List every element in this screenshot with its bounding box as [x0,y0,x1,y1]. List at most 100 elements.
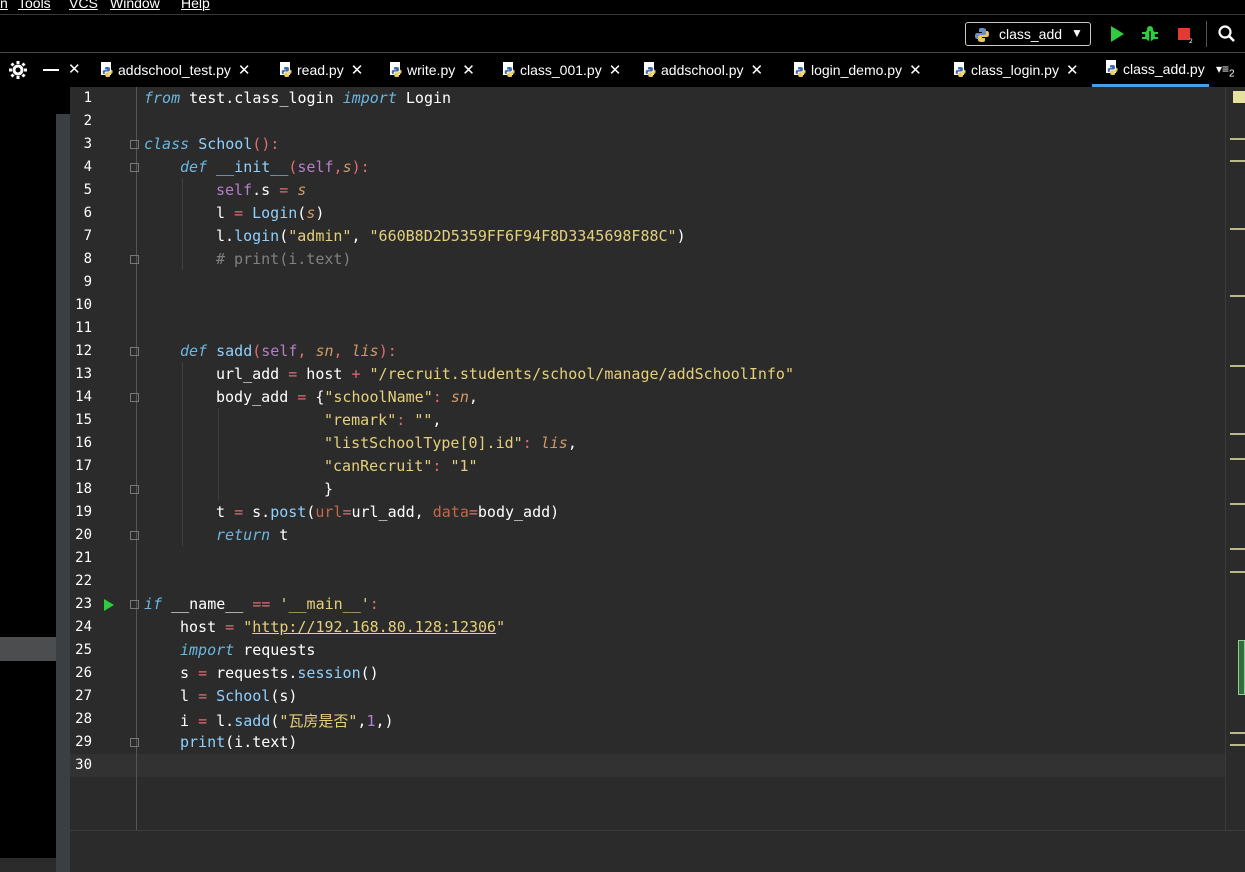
tab-close-icon[interactable]: ✕ [909,61,922,79]
menu-item-help[interactable]: Help [181,0,210,11]
gear-icon[interactable] [9,61,27,84]
project-selected-item[interactable] [0,637,56,661]
line-number: 1 [83,90,92,106]
code-token: url_add, [351,503,433,521]
tab-addschool[interactable]: addschool.py ✕ [642,53,763,87]
code-token: post [270,503,307,521]
code-token: "admin" [288,227,352,245]
line-number: 13 [75,366,92,382]
code-line-6: l = Login(s) [216,204,324,222]
code-token: ) [315,204,325,222]
tab-label: read.py [297,62,344,78]
tab-write[interactable]: write.py ✕ [388,53,475,87]
tab-close-icon[interactable]: ✕ [751,61,764,79]
fold-marker[interactable] [130,163,139,172]
tab-login-demo[interactable]: login_demo.py ✕ [792,53,922,87]
menu-item-run[interactable]: n [0,0,8,11]
code-token: t [270,526,289,544]
stripe-mark[interactable] [1230,433,1245,435]
tab-close-icon[interactable]: ✕ [609,61,622,79]
code-token: ): [351,158,370,176]
stripe-mark[interactable] [1230,160,1245,162]
code-token: data [432,503,469,521]
code-token: (): [252,135,280,153]
stripe-mark[interactable] [1230,458,1245,460]
code-token: __init__ [216,158,289,176]
line-number: 12 [75,343,92,359]
code-line-13: url_add = host + "/recruit.students/scho… [216,365,794,383]
code-token: s. [243,503,271,521]
tab-label: class_001.py [520,62,602,78]
code-token: "" [414,411,433,429]
fold-marker[interactable] [130,738,139,747]
line-number: 16 [75,435,92,451]
search-icon[interactable] [1218,25,1236,48]
tab-overflow-menu-icon[interactable]: ▾≡2 [1216,62,1235,79]
close-icon[interactable]: ✕ [68,60,81,78]
side-panel-tools: ✕ [0,53,90,87]
menu-item-window[interactable]: Window [110,0,160,11]
menu-item-tools[interactable]: Tools [18,0,51,11]
project-panel-scrollbar[interactable] [56,114,70,872]
fold-marker[interactable] [130,347,139,356]
tab-close-icon[interactable]: ✕ [462,61,475,79]
tab-close-icon[interactable]: ✕ [351,61,364,79]
code-token: i [180,712,199,730]
line-number: 10 [75,297,92,313]
fold-marker[interactable] [130,600,139,609]
stripe-mark[interactable] [1230,503,1245,505]
code-line-8: # print(i.text) [216,250,351,268]
stripe-mark[interactable] [1230,138,1245,140]
code-token: = [225,618,235,636]
stripe-mark[interactable] [1230,732,1245,734]
stop-icon[interactable]: 2 [1177,27,1193,48]
code-line-17: "canRecruit": "1" [324,457,478,475]
stripe-mark[interactable] [1230,228,1245,230]
code-token: (i.text) [225,733,298,751]
menu-item-vcs[interactable]: VCS [69,0,98,11]
tab-addschool-test[interactable]: addschool_test.py ✕ [99,53,250,87]
tab-class-add[interactable]: class_add.py [1092,53,1209,87]
stripe-mark[interactable] [1230,548,1245,550]
tab-class-login[interactable]: class_login.py ✕ [952,53,1079,87]
code-token: body_add [216,388,298,406]
code-token: login [234,227,280,245]
tab-class-001[interactable]: class_001.py ✕ [501,53,621,87]
debug-bug-icon[interactable] [1141,25,1159,48]
code-token: Login [252,204,298,222]
svg-text:2: 2 [1189,38,1193,43]
line-number: 11 [75,320,92,336]
line-number: 28 [75,711,92,727]
editor-scroll-thumb[interactable] [1238,640,1245,695]
code-token: body_add) [477,503,560,521]
stripe-mark[interactable] [1230,295,1245,297]
stripe-mark[interactable] [1230,571,1245,573]
run-config-dropdown[interactable]: class_add ▼ [965,22,1091,46]
stripe-mark[interactable] [1230,365,1245,367]
code-line-1: from test.class_login import Login [144,89,451,107]
tab-close-icon[interactable]: ✕ [238,61,251,79]
code-token: ,) [375,712,394,730]
code-token: print [180,733,226,751]
line-number: 14 [75,389,92,405]
url-link[interactable]: http://192.168.80.128:12306 [252,618,496,636]
code-token: class [144,135,190,153]
fold-marker[interactable] [130,393,139,402]
run-gutter-icon[interactable] [104,598,114,616]
fold-marker[interactable] [130,140,139,149]
fold-marker[interactable] [130,531,139,540]
fold-marker[interactable] [130,255,139,264]
fold-marker[interactable] [130,485,139,494]
stripe-mark[interactable] [1230,744,1245,746]
code-token: .s [252,181,280,199]
run-icon[interactable] [1109,25,1125,48]
code-token: "schoolName" [324,388,433,406]
tab-read[interactable]: read.py ✕ [278,53,363,87]
code-token: s [342,158,352,176]
tab-close-icon[interactable]: ✕ [1066,61,1079,79]
code-token: url_add [216,365,289,383]
inspection-status-icon[interactable] [1233,91,1245,103]
line-number: 30 [75,757,92,773]
minimize-icon[interactable] [43,69,59,71]
code-line-28: i = l.sadd("瓦房是否",1,) [180,710,394,731]
